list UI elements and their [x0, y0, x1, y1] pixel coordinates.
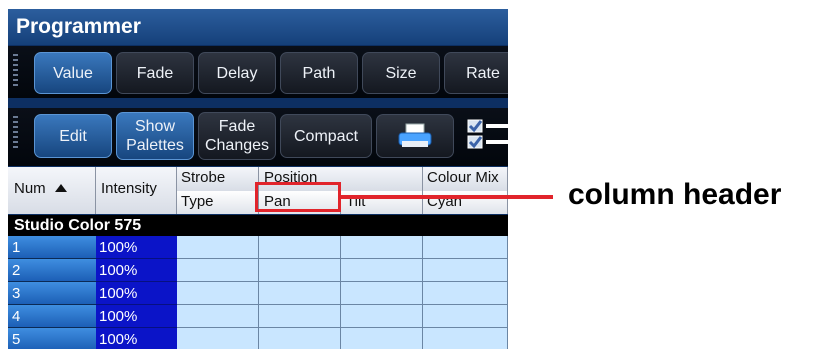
strobe-column-header[interactable]: Strobe	[177, 167, 259, 191]
intensity-cell[interactable]: 100%	[96, 259, 177, 282]
strobe-cell[interactable]	[177, 282, 259, 305]
intensity-cell[interactable]: 100%	[96, 328, 177, 349]
cyan-cell[interactable]	[423, 305, 508, 328]
cyan-cell[interactable]	[423, 259, 508, 282]
intensity-cell[interactable]: 100%	[96, 305, 177, 328]
pan-cell[interactable]	[259, 328, 341, 349]
colour-mix-group-header[interactable]: Colour Mix	[423, 167, 508, 191]
path-button[interactable]: Path	[280, 52, 358, 94]
intensity-cell[interactable]: 100%	[96, 236, 177, 259]
window-title: Programmer	[8, 9, 508, 45]
cyan-cell[interactable]	[423, 282, 508, 305]
fade-button[interactable]: Fade	[116, 52, 194, 94]
toolbar-grip[interactable]	[13, 54, 18, 88]
num-cell[interactable]: 3	[8, 282, 96, 305]
num-cell[interactable]: 2	[8, 259, 96, 282]
tilt-cell[interactable]	[341, 305, 423, 328]
pan-cell[interactable]	[259, 282, 341, 305]
callout-highlight-box	[255, 182, 341, 212]
intensity-column-header[interactable]: Intensity	[96, 167, 177, 214]
size-button[interactable]: Size	[362, 52, 440, 94]
tilt-cell[interactable]	[341, 328, 423, 349]
num-cell[interactable]: 5	[8, 328, 96, 349]
show-palettes-button[interactable]: Show Palettes	[116, 112, 194, 160]
toolbar-mode: Value Fade Delay Path Size Rate	[8, 46, 508, 98]
intensity-cell[interactable]: 100%	[96, 282, 177, 305]
pan-cell[interactable]	[259, 305, 341, 328]
fixture-group-row[interactable]: Studio Color 575	[8, 215, 508, 236]
programmer-window: Programmer Value Fade Delay Path Size Ra…	[8, 9, 508, 349]
fade-changes-button[interactable]: Fade Changes	[198, 112, 276, 160]
sort-ascending-icon	[54, 184, 67, 192]
tilt-cell[interactable]	[341, 259, 423, 282]
num-cell[interactable]: 4	[8, 305, 96, 328]
tilt-cell[interactable]	[341, 282, 423, 305]
num-column-header[interactable]: Num	[8, 167, 96, 214]
toolbar-view: Edit Show Palettes Fade Changes Compact	[8, 108, 508, 166]
strobe-type-column-header[interactable]: Type	[177, 191, 259, 214]
checklist-icon[interactable]	[466, 118, 508, 152]
show-palettes-line2: Palettes	[126, 137, 184, 154]
show-palettes-line1: Show	[134, 118, 176, 135]
value-button[interactable]: Value	[34, 52, 112, 94]
pan-cell[interactable]	[259, 259, 341, 282]
print-button[interactable]	[376, 114, 454, 158]
cyan-cell[interactable]	[423, 236, 508, 259]
compact-button[interactable]: Compact	[280, 114, 372, 158]
cyan-cell[interactable]	[423, 328, 508, 349]
tilt-cell[interactable]	[341, 236, 423, 259]
printer-icon	[398, 123, 432, 147]
delay-button[interactable]: Delay	[198, 52, 276, 94]
rate-button[interactable]: Rate	[444, 52, 508, 94]
num-cell[interactable]: 1	[8, 236, 96, 259]
strobe-cell[interactable]	[177, 305, 259, 328]
callout-pointer-line	[341, 195, 553, 199]
callout-label: column header	[568, 178, 782, 211]
edit-button[interactable]: Edit	[34, 114, 112, 158]
fade-changes-line1: Fade	[218, 118, 256, 135]
toolbar-grip[interactable]	[13, 116, 18, 150]
strobe-cell[interactable]	[177, 236, 259, 259]
pan-cell[interactable]	[259, 236, 341, 259]
fade-changes-line2: Changes	[204, 137, 270, 154]
strobe-cell[interactable]	[177, 259, 259, 282]
num-header-label: Num	[14, 180, 46, 197]
strobe-cell[interactable]	[177, 328, 259, 349]
